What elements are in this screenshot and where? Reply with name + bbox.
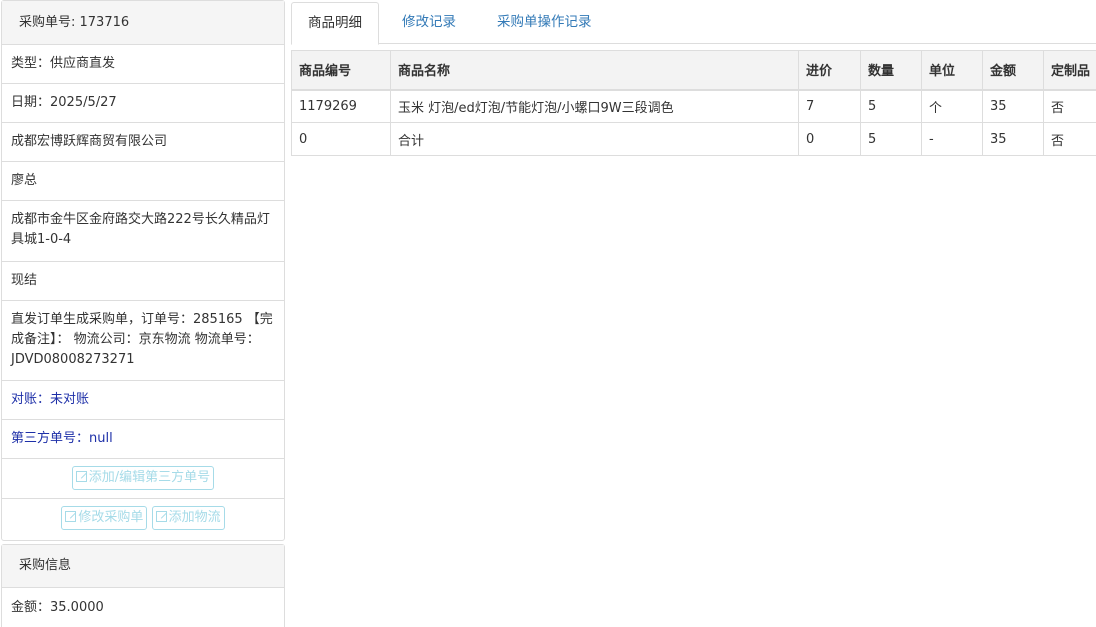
- table-header-row: 商品编号 商品名称 进价 数量 单位 金额 定制品: [291, 50, 1096, 91]
- payment-method: 现结: [2, 262, 284, 301]
- supplier-address: 成都市金牛区金府路交大路222号长久精品灯具城1-0-4: [2, 201, 284, 262]
- tab-product-details[interactable]: 商品明细: [291, 2, 379, 45]
- col-header: 金额: [982, 50, 1044, 91]
- table-cell: 合计: [390, 122, 799, 156]
- col-header: 进价: [798, 50, 861, 91]
- tab-operation-log[interactable]: 采购单操作记录: [481, 2, 608, 44]
- order-remark: 直发订单生成采购单，订单号：285165 【完成备注】： 物流公司：京东物流 物…: [2, 301, 284, 381]
- purchase-info-header: 采购信息: [2, 545, 284, 588]
- order-date: 日期：2025/5/27: [2, 84, 284, 123]
- edit-icon: [65, 511, 77, 522]
- detail-area: 商品明细 修改记录 采购单操作记录 商品编号 商品名称 进价 数量 单位 金额 …: [291, 0, 1096, 156]
- table-cell: 0: [798, 122, 861, 156]
- product-table: 商品编号 商品名称 进价 数量 单位 金额 定制品 1179269 玉米 灯泡/…: [291, 50, 1096, 156]
- order-type: 类型：供应商直发: [2, 45, 284, 84]
- table-cell: 5: [860, 89, 922, 123]
- table-cell: 7: [798, 89, 861, 123]
- edit-order-label: 修改采购单: [78, 510, 144, 525]
- table-row: 1179269 玉米 灯泡/ed灯泡/节能灯泡/小螺口9W三段调色 7 5 个 …: [291, 89, 1096, 123]
- table-cell: 否: [1043, 89, 1096, 123]
- table-cell: 玉米 灯泡/ed灯泡/节能灯泡/小螺口9W三段调色: [390, 89, 799, 123]
- tab-bar: 商品明细 修改记录 采购单操作记录: [291, 0, 1096, 45]
- order-info-panel: 采购单号: 173716 类型：供应商直发 日期：2025/5/27 成都宏博跃…: [1, 0, 285, 541]
- col-header: 单位: [921, 50, 983, 91]
- table-cell: 1179269: [291, 89, 391, 123]
- supplier-contact: 廖总: [2, 162, 284, 201]
- reconcile-status: 对账：未对账: [2, 381, 284, 420]
- table-cell: 个: [921, 89, 983, 123]
- table-cell: 35: [982, 89, 1044, 123]
- col-header: 商品编号: [291, 50, 391, 91]
- edit-third-party-button[interactable]: 添加/编辑第三方单号: [71, 466, 215, 490]
- table-cell: 否: [1043, 122, 1096, 156]
- purchase-amount: 金额：35.0000: [11, 600, 104, 615]
- table-row-total: 0 合计 0 5 - 35 否: [291, 122, 1096, 156]
- add-logistics-label: 添加物流: [168, 510, 221, 525]
- table-cell: 0: [291, 122, 391, 156]
- table-cell: -: [921, 122, 983, 156]
- col-header: 商品名称: [390, 50, 799, 91]
- purchase-info-panel: 采购信息 金额：35.0000: [1, 544, 285, 627]
- edit-order-button[interactable]: 修改采购单: [61, 506, 148, 530]
- table-cell: 35: [982, 122, 1044, 156]
- third-party-number: 第三方单号：null: [2, 420, 284, 459]
- edit-third-party-label: 添加/编辑第三方单号: [88, 470, 211, 485]
- col-header: 定制品: [1043, 50, 1096, 91]
- edit-icon: [155, 511, 167, 522]
- tab-edit-history[interactable]: 修改记录: [386, 2, 472, 44]
- order-number-header: 采购单号: 173716: [2, 1, 284, 45]
- col-header: 数量: [860, 50, 922, 91]
- supplier-company: 成都宏博跃辉商贸有限公司: [2, 123, 284, 162]
- add-logistics-button[interactable]: 添加物流: [151, 506, 225, 530]
- table-cell: 5: [860, 122, 922, 156]
- third-party-actions: 添加/编辑第三方单号: [2, 459, 284, 499]
- order-actions: 修改采购单 添加物流: [2, 499, 284, 540]
- edit-icon: [75, 471, 87, 482]
- order-panel: 采购单号: 173716 类型：供应商直发 日期：2025/5/27 成都宏博跃…: [1, 0, 285, 541]
